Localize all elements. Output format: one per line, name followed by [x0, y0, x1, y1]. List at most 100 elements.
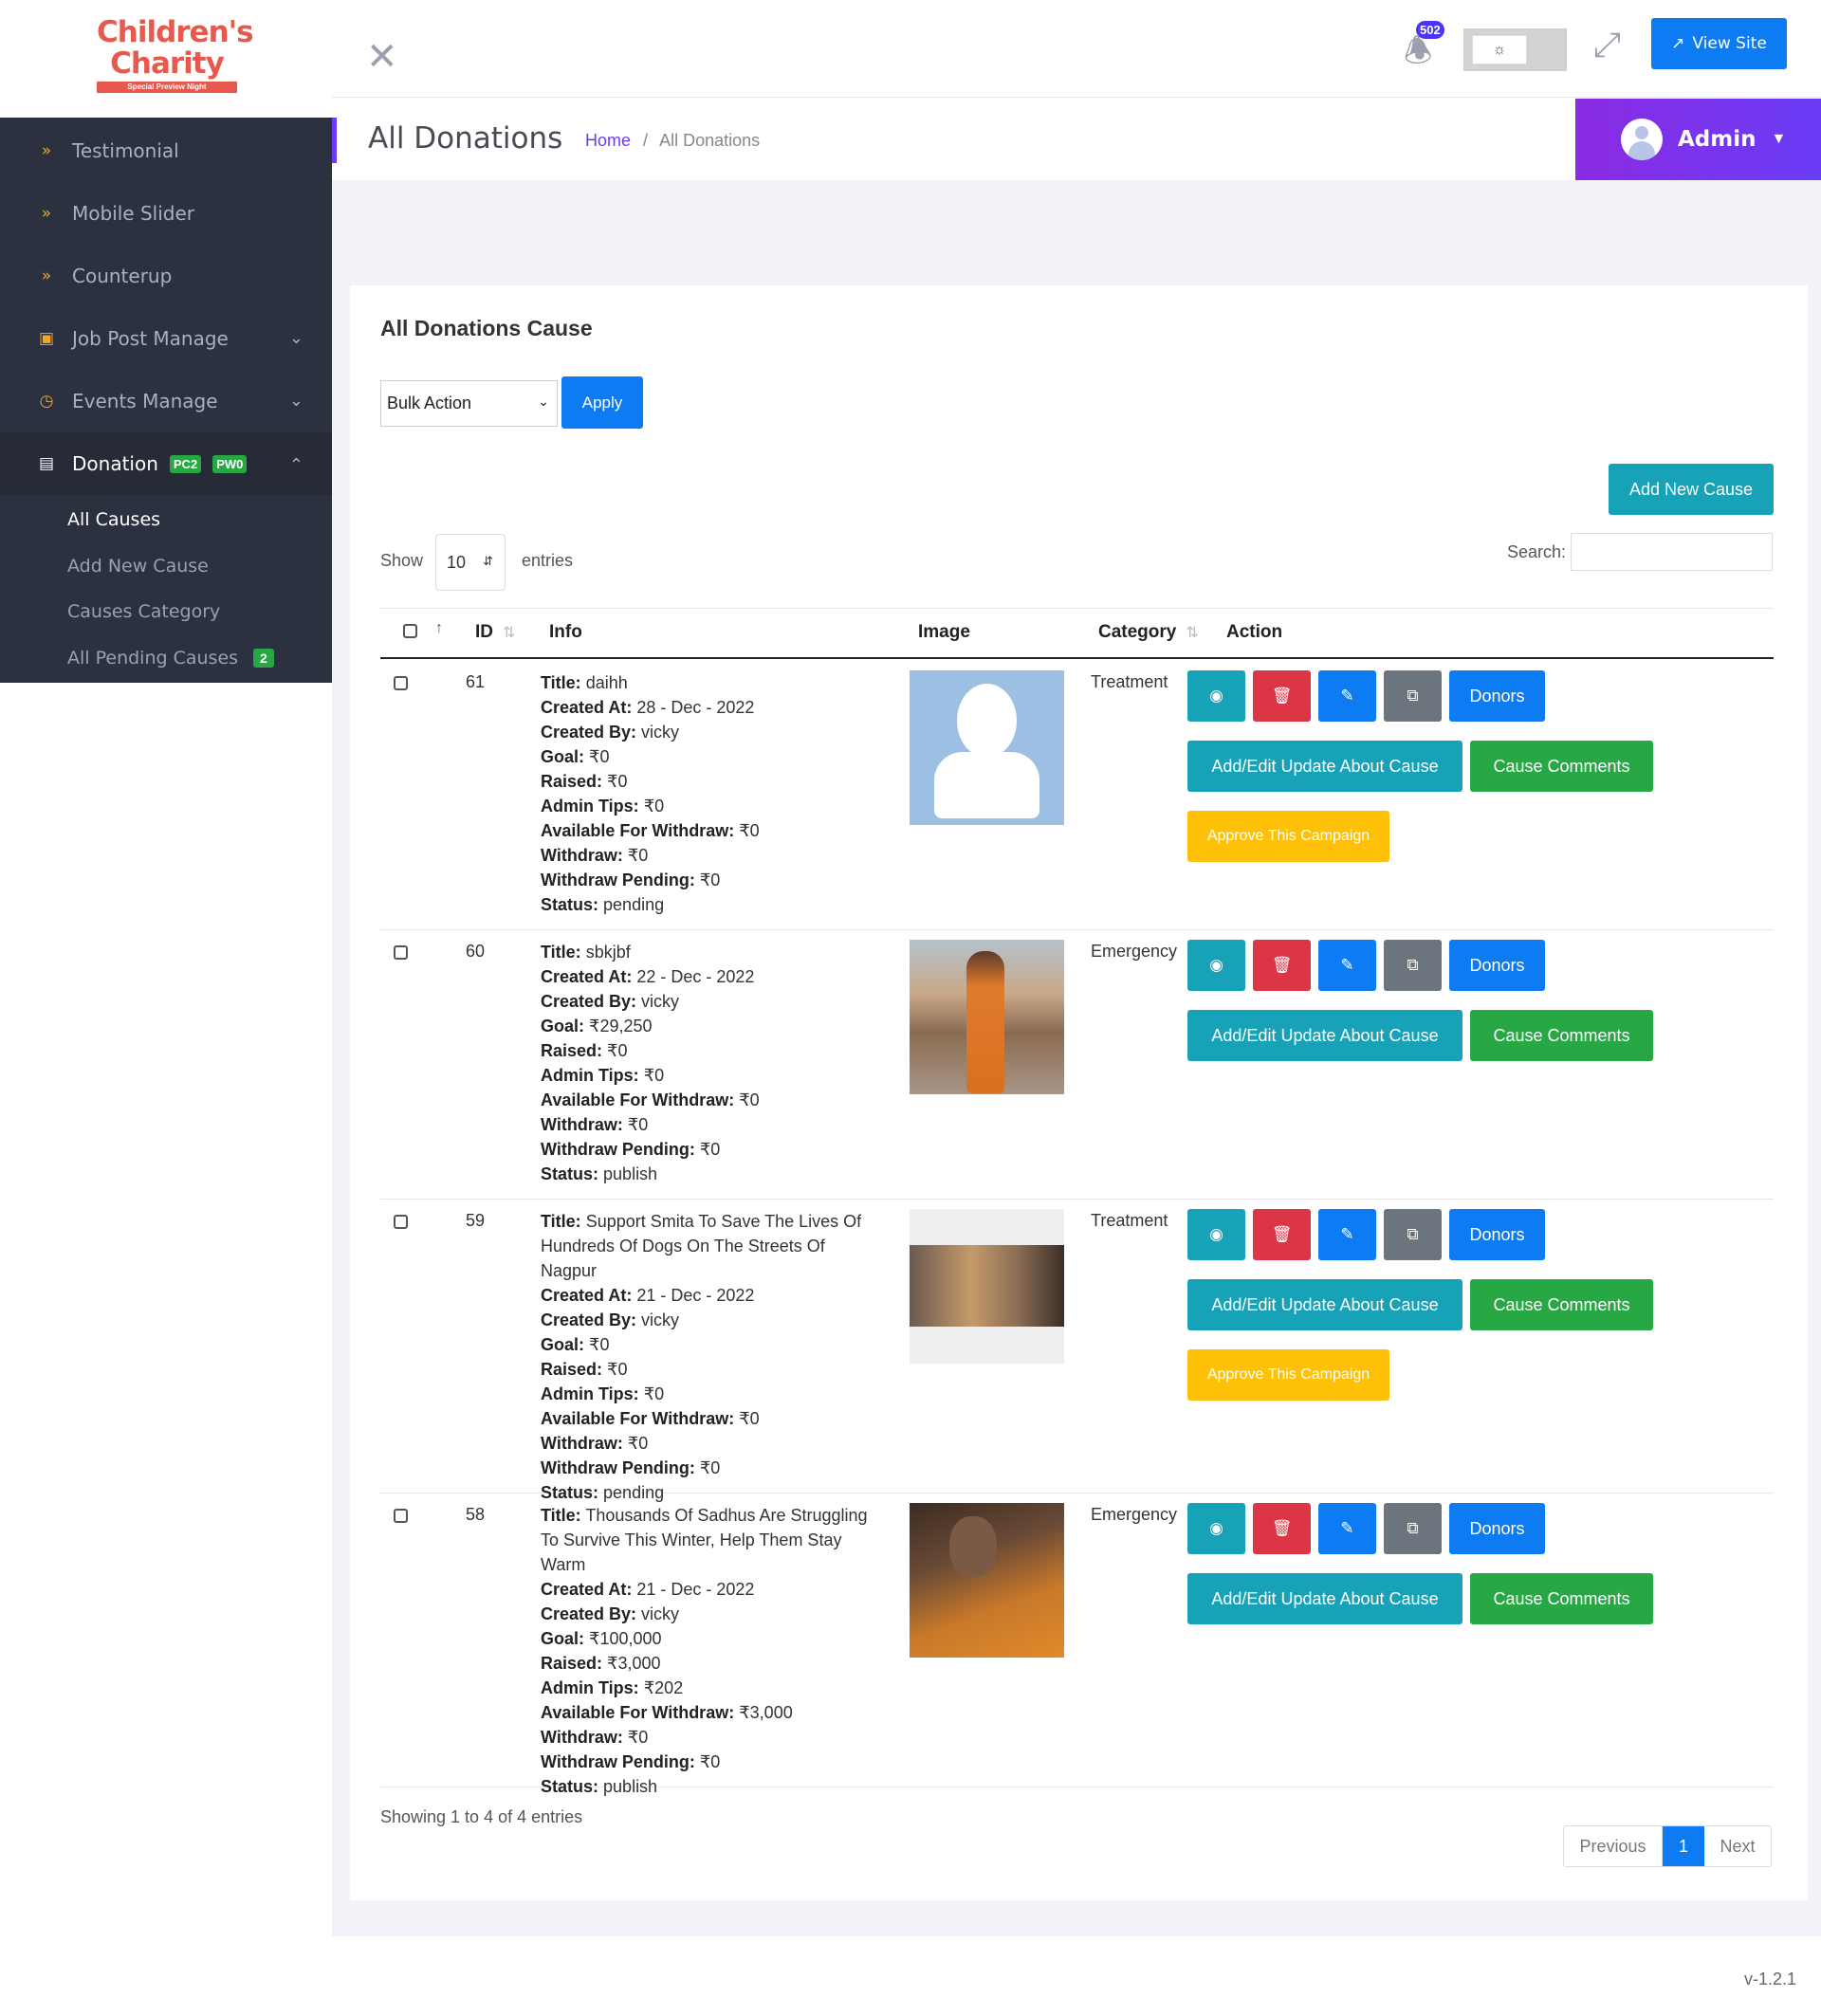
cell-info: Title: Support Smita To Save The Lives O… [541, 1212, 862, 1502]
approve-campaign-button[interactable]: Approve This Campaign [1187, 811, 1389, 862]
donors-button[interactable]: Donors [1449, 940, 1545, 991]
bulk-action-value: Bulk Action [387, 394, 472, 412]
copy-icon: ⧉ [1407, 956, 1419, 975]
approve-campaign-button[interactable]: Approve This Campaign [1187, 1349, 1389, 1401]
sidebar-item-events-manage[interactable]: ◷ Events Manage ⌄ [0, 370, 332, 432]
cell-actions: ◉ 🗑 ✎ ⧉ Donors Add/Edit Update About Cau… [1187, 670, 1757, 881]
clone-button[interactable]: ⧉ [1384, 1503, 1442, 1554]
sidebar-item-job-post-manage[interactable]: ▣ Job Post Manage ⌄ [0, 307, 332, 370]
cause-image [910, 670, 1064, 825]
clone-button[interactable]: ⧉ [1384, 940, 1442, 991]
update-about-cause-button[interactable]: Add/Edit Update About Cause [1187, 1279, 1462, 1330]
sort-icon: ⇅ [1186, 625, 1199, 641]
cell-category: Emergency [1091, 1505, 1178, 1524]
page-1-button[interactable]: 1 [1663, 1826, 1704, 1866]
edit-button[interactable]: ✎ [1318, 1209, 1376, 1260]
pencil-icon: ✎ [1340, 1225, 1354, 1244]
fullscreen-icon[interactable]: ⤢ [1593, 26, 1621, 65]
edit-button[interactable]: ✎ [1318, 940, 1376, 991]
sidebar-item-counterup[interactable]: » Counterup [0, 245, 332, 307]
submenu-causes-category[interactable]: Causes Category [0, 589, 332, 635]
edit-button[interactable]: ✎ [1318, 670, 1376, 722]
theme-toggle[interactable]: ☼ [1463, 28, 1567, 71]
sidebar-item-donation[interactable]: ▤ Donation PC2 PW0 ⌃ [0, 432, 332, 495]
delete-button[interactable]: 🗑 [1253, 670, 1311, 722]
row-checkbox[interactable] [394, 1215, 408, 1229]
update-about-cause-button[interactable]: Add/Edit Update About Cause [1187, 1010, 1462, 1061]
pencil-icon: ✎ [1340, 956, 1354, 975]
update-about-cause-button[interactable]: Add/Edit Update About Cause [1187, 741, 1462, 792]
brand-line2: Charity [110, 46, 225, 81]
sort-icon: ⇅ [503, 625, 516, 641]
cause-image [910, 1503, 1064, 1658]
brand-tagline: Special Preview Night [97, 82, 237, 93]
view-site-button[interactable]: ↗ View Site [1651, 18, 1787, 69]
cell-info: Title: sbkjbf Created At: 22 - Dec - 202… [541, 943, 760, 1183]
pending-causes-badge: PC2 [169, 454, 202, 473]
update-about-cause-button[interactable]: Add/Edit Update About Cause [1187, 1573, 1462, 1624]
view-button[interactable]: ◉ [1187, 1209, 1245, 1260]
donors-button[interactable]: Donors [1449, 670, 1545, 722]
sidebar-item-label: Counterup [72, 265, 173, 287]
logo-area: Children's Charity Special Preview Night [0, 0, 332, 118]
cause-status: publish [603, 1777, 658, 1796]
side-menu: » Testimonial » Mobile Slider » Counteru… [0, 118, 332, 683]
view-button[interactable]: ◉ [1187, 670, 1245, 722]
breadcrumb-home-link[interactable]: Home [585, 131, 631, 150]
entries-per-page-select[interactable]: 10 ⇵ [435, 534, 506, 591]
brand-logo[interactable]: Children's Charity Special Preview Night [97, 17, 254, 93]
cell-actions: ◉ 🗑 ✎ ⧉ Donors Add/Edit Update About Cau… [1187, 940, 1757, 1080]
box-icon: ▣ [38, 329, 55, 348]
trash-icon: 🗑 [1271, 1519, 1293, 1538]
donation-submenu: All Causes Add New Cause Causes Category… [0, 495, 332, 681]
donors-button[interactable]: Donors [1449, 1209, 1545, 1260]
row-checkbox[interactable] [394, 945, 408, 960]
title-accent [332, 118, 337, 163]
delete-button[interactable]: 🗑 [1253, 1503, 1311, 1554]
cause-comments-button[interactable]: Cause Comments [1470, 1573, 1653, 1624]
search-input[interactable] [1571, 533, 1773, 571]
clone-button[interactable]: ⧉ [1384, 670, 1442, 722]
sort-icon[interactable]: ↑ [435, 620, 443, 637]
column-id[interactable]: ID ⇅ [475, 622, 515, 643]
sidebar-item-mobile-slider[interactable]: » Mobile Slider [0, 182, 332, 245]
cause-comments-button[interactable]: Cause Comments [1470, 1010, 1653, 1061]
submenu-add-new-cause[interactable]: Add New Cause [0, 543, 332, 590]
cell-id: 59 [466, 1211, 486, 1230]
view-button[interactable]: ◉ [1187, 1503, 1245, 1554]
next-page-button[interactable]: Next [1704, 1826, 1771, 1866]
select-all-checkbox[interactable] [403, 624, 417, 638]
submenu-all-pending-causes[interactable]: All Pending Causes 2 [0, 635, 332, 682]
cause-comments-button[interactable]: Cause Comments [1470, 1279, 1653, 1330]
delete-button[interactable]: 🗑 [1253, 940, 1311, 991]
cell-id: 60 [466, 942, 486, 961]
external-link-icon: ↗ [1671, 34, 1685, 53]
row-checkbox[interactable] [394, 676, 408, 690]
submenu-all-causes[interactable]: All Causes [0, 497, 332, 543]
apply-button[interactable]: Apply [561, 376, 643, 429]
pending-count-badge: 2 [253, 648, 274, 668]
cause-image [910, 940, 1064, 1094]
edit-button[interactable]: ✎ [1318, 1503, 1376, 1554]
table-info: Showing 1 to 4 of 4 entries [380, 1807, 583, 1826]
bulk-action-select[interactable]: Bulk Action ⌄ [380, 380, 558, 427]
delete-button[interactable]: 🗑 [1253, 1209, 1311, 1260]
clone-button[interactable]: ⧉ [1384, 1209, 1442, 1260]
pencil-icon: ✎ [1340, 687, 1354, 706]
show-label: Show [380, 551, 424, 570]
sidebar-item-label: Testimonial [72, 139, 179, 162]
app-version: v-1.2.1 [1744, 1970, 1797, 1989]
add-new-cause-button[interactable]: Add New Cause [1609, 464, 1774, 515]
admin-menu[interactable]: Admin ▼ [1575, 99, 1821, 180]
donors-button[interactable]: Donors [1449, 1503, 1545, 1554]
close-sidebar-icon[interactable]: ✕ [366, 38, 398, 76]
cause-comments-button[interactable]: Cause Comments [1470, 741, 1653, 792]
row-checkbox[interactable] [394, 1509, 408, 1523]
sidebar-item-label: Job Post Manage [72, 327, 229, 350]
column-category[interactable]: Category ⇅ [1098, 622, 1199, 643]
view-button[interactable]: ◉ [1187, 940, 1245, 991]
submenu-label: All Pending Causes [67, 647, 239, 669]
previous-page-button[interactable]: Previous [1564, 1826, 1663, 1866]
cell-category: Treatment [1091, 672, 1168, 691]
sidebar-item-testimonial[interactable]: » Testimonial [0, 119, 332, 182]
